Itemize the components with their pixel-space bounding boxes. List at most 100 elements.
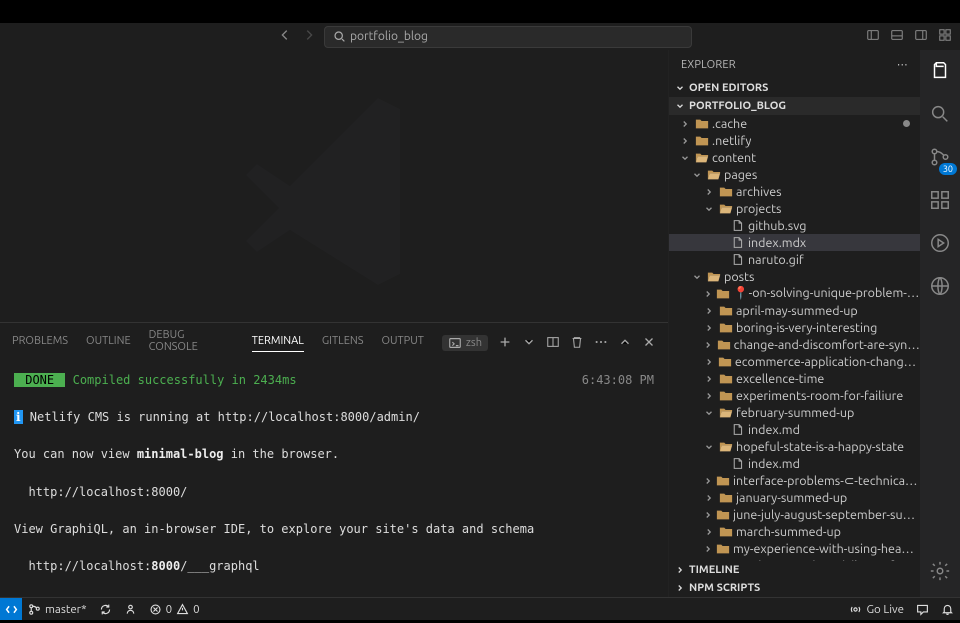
folder-icon xyxy=(716,474,730,488)
folder-icon xyxy=(718,440,733,454)
terminal-content[interactable]: DONE Compiled successfully in 2434ms6:43… xyxy=(0,363,668,597)
remote-indicator[interactable] xyxy=(0,598,22,620)
layout-sidebar-left-icon[interactable] xyxy=(866,28,880,45)
more-actions-icon[interactable] xyxy=(594,335,608,352)
chevron-icon[interactable] xyxy=(703,187,715,197)
activity-run-debug[interactable] xyxy=(929,232,951,257)
command-center[interactable]: portfolio_blog xyxy=(324,26,692,48)
chevron-icon[interactable] xyxy=(703,374,715,384)
tree-folder-5[interactable]: projects xyxy=(669,200,920,217)
chevron-icon[interactable] xyxy=(679,119,691,129)
panel-tabs: PROBLEMS OUTLINE DEBUG CONSOLE TERMINAL … xyxy=(0,323,668,363)
layout-sidebar-right-icon[interactable] xyxy=(914,28,928,45)
tree-folder-24[interactable]: march-summed-up xyxy=(669,523,920,540)
nav-back-icon[interactable] xyxy=(278,28,292,45)
tab-gitlens[interactable]: GITLENS xyxy=(322,335,364,351)
activity-settings[interactable] xyxy=(929,560,951,585)
problems-status[interactable]: 0 0 xyxy=(143,603,206,616)
timeline-section[interactable]: TIMELINE xyxy=(669,561,920,579)
kill-terminal-icon[interactable] xyxy=(570,335,584,352)
explorer-more-icon[interactable]: ⋯ xyxy=(897,58,908,71)
tree-label: posts xyxy=(724,270,754,284)
tree-folder-13[interactable]: change-and-discomfort-are-synonyms xyxy=(669,336,920,353)
tab-terminal[interactable]: TERMINAL xyxy=(252,335,304,352)
tree-folder-16[interactable]: experiments-room-for-failiure xyxy=(669,387,920,404)
chevron-icon[interactable] xyxy=(679,136,691,146)
git-branch[interactable]: master* xyxy=(22,603,93,616)
nav-forward-icon[interactable] xyxy=(302,28,316,45)
chevron-icon[interactable] xyxy=(703,306,715,316)
chevron-icon[interactable] xyxy=(703,323,715,333)
chevron-icon[interactable] xyxy=(703,493,715,503)
activity-explorer[interactable] xyxy=(929,60,951,85)
chevron-icon[interactable] xyxy=(703,357,714,367)
chevron-icon[interactable] xyxy=(703,204,715,214)
chevron-icon[interactable] xyxy=(703,527,715,537)
tab-output[interactable]: OUTPUT xyxy=(382,335,424,351)
npm-scripts-section[interactable]: NPM SCRIPTS xyxy=(669,579,920,597)
folder-icon xyxy=(694,117,709,131)
chevron-icon[interactable] xyxy=(703,544,713,554)
tree-folder-11[interactable]: april-may-summed-up xyxy=(669,302,920,319)
activity-extensions[interactable] xyxy=(929,189,951,214)
chevron-icon[interactable] xyxy=(703,476,713,486)
tree-folder-15[interactable]: excellence-time xyxy=(669,370,920,387)
tab-problems[interactable]: PROBLEMS xyxy=(12,335,68,351)
layout-panel-icon[interactable] xyxy=(890,28,904,45)
tree-file-6[interactable]: github.svg xyxy=(669,217,920,234)
tab-outline[interactable]: OUTLINE xyxy=(86,335,131,351)
tree-folder-21[interactable]: interface-problems-⊂-technical-problems xyxy=(669,472,920,489)
chevron-icon[interactable] xyxy=(703,408,715,418)
terminal-dropdown-icon[interactable] xyxy=(522,335,536,352)
tree-folder-1[interactable]: .netlify xyxy=(669,132,920,149)
chevron-icon[interactable] xyxy=(703,442,715,452)
layout-customize-icon[interactable] xyxy=(938,28,952,45)
chevron-icon[interactable] xyxy=(691,170,703,180)
tree-folder-4[interactable]: archives xyxy=(669,183,920,200)
sync-button[interactable] xyxy=(93,603,118,616)
tree-file-18[interactable]: index.md xyxy=(669,421,920,438)
chevron-icon[interactable] xyxy=(679,153,691,163)
live-share[interactable] xyxy=(118,603,143,616)
tree-folder-9[interactable]: posts xyxy=(669,268,920,285)
tree-folder-0[interactable]: .cache xyxy=(669,115,920,132)
tree-folder-23[interactable]: june-july-august-september-summed-up xyxy=(669,506,920,523)
project-section[interactable]: PORTFOLIO_BLOG xyxy=(669,97,920,115)
tree-folder-10[interactable]: 📍-on-solving-unique-problem-statements xyxy=(669,285,920,302)
close-panel-icon[interactable] xyxy=(642,335,656,352)
tree-file-20[interactable]: index.md xyxy=(669,455,920,472)
notifications-button[interactable] xyxy=(935,603,960,616)
tree-folder-19[interactable]: hopeful-state-is-a-happy-state xyxy=(669,438,920,455)
folder-icon xyxy=(718,525,733,539)
tree-label: march-summed-up xyxy=(736,525,841,539)
maximize-panel-icon[interactable] xyxy=(618,335,632,352)
chevron-icon[interactable] xyxy=(703,340,714,350)
activity-source-control[interactable]: 30 xyxy=(929,146,951,171)
new-terminal-icon[interactable] xyxy=(498,335,512,352)
tree-file-7[interactable]: index.mdx xyxy=(669,234,920,251)
feedback-button[interactable] xyxy=(910,603,935,616)
activity-search[interactable] xyxy=(929,103,951,128)
split-terminal-icon[interactable] xyxy=(546,335,560,352)
terminal-shell-selector[interactable]: zsh xyxy=(442,335,488,351)
tree-file-8[interactable]: naruto.gif xyxy=(669,251,920,268)
tab-debug-console[interactable]: DEBUG CONSOLE xyxy=(149,329,234,357)
tree-folder-12[interactable]: boring-is-very-interesting xyxy=(669,319,920,336)
tree-label: index.md xyxy=(748,457,800,471)
tree-label: change-and-discomfort-are-synonyms xyxy=(734,338,920,352)
activity-remote[interactable] xyxy=(929,275,951,300)
tree-folder-3[interactable]: pages xyxy=(669,166,920,183)
tree-label: boring-is-very-interesting xyxy=(736,321,877,335)
tree-folder-2[interactable]: content xyxy=(669,149,920,166)
tree-label: experiments-room-for-failiure xyxy=(736,389,903,403)
go-live-button[interactable]: Go Live xyxy=(843,603,910,616)
chevron-icon[interactable] xyxy=(703,510,713,520)
tree-folder-22[interactable]: january-summed-up xyxy=(669,489,920,506)
tree-folder-17[interactable]: february-summed-up xyxy=(669,404,920,421)
chevron-icon[interactable] xyxy=(691,272,703,282)
chevron-icon[interactable] xyxy=(703,289,713,299)
tree-folder-25[interactable]: my-experience-with-using-headless-cms... xyxy=(669,540,920,557)
open-editors-section[interactable]: OPEN EDITORS xyxy=(669,79,920,97)
tree-folder-14[interactable]: ecommerce-application-changelog xyxy=(669,353,920,370)
chevron-icon[interactable] xyxy=(703,391,715,401)
